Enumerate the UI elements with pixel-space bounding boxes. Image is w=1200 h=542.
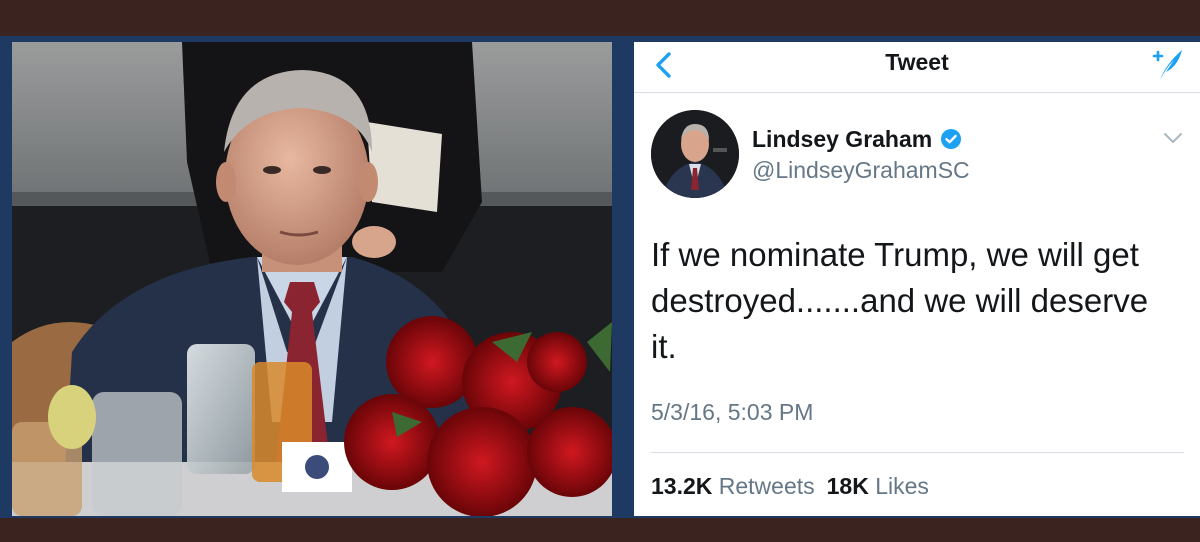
chevron-down-icon[interactable] <box>1162 130 1184 146</box>
retweets-label: Retweets <box>718 473 815 499</box>
tweet-card: Tweet Lindsey Graham @LindseyGrahamSC If… <box>634 42 1200 516</box>
page-title: Tweet <box>885 49 949 75</box>
avatar[interactable] <box>651 110 739 198</box>
compose-feather-icon[interactable] <box>1148 44 1186 84</box>
likes-stat[interactable]: 18K Likes <box>827 473 929 500</box>
verified-badge-icon <box>940 128 962 150</box>
senator-photo <box>12 42 612 516</box>
divider <box>651 452 1184 453</box>
author-name-row: Lindsey Graham <box>752 124 962 154</box>
author-handle[interactable]: @LindseyGrahamSC <box>752 157 970 184</box>
likes-count: 18K <box>826 473 869 499</box>
author-name[interactable]: Lindsey Graham <box>752 126 932 153</box>
likes-label: Likes <box>875 473 929 499</box>
tweet-timestamp[interactable]: 5/3/16, 5:03 PM <box>651 399 813 426</box>
tweet-stats: 13.2K Retweets 18K Likes <box>651 473 929 500</box>
retweets-stat[interactable]: 13.2K Retweets <box>651 473 815 500</box>
retweets-count: 13.2K <box>651 473 713 499</box>
tweet-text: If we nominate Trump, we will get destro… <box>651 236 1149 365</box>
tweet-nav-bar: Tweet <box>634 42 1200 93</box>
